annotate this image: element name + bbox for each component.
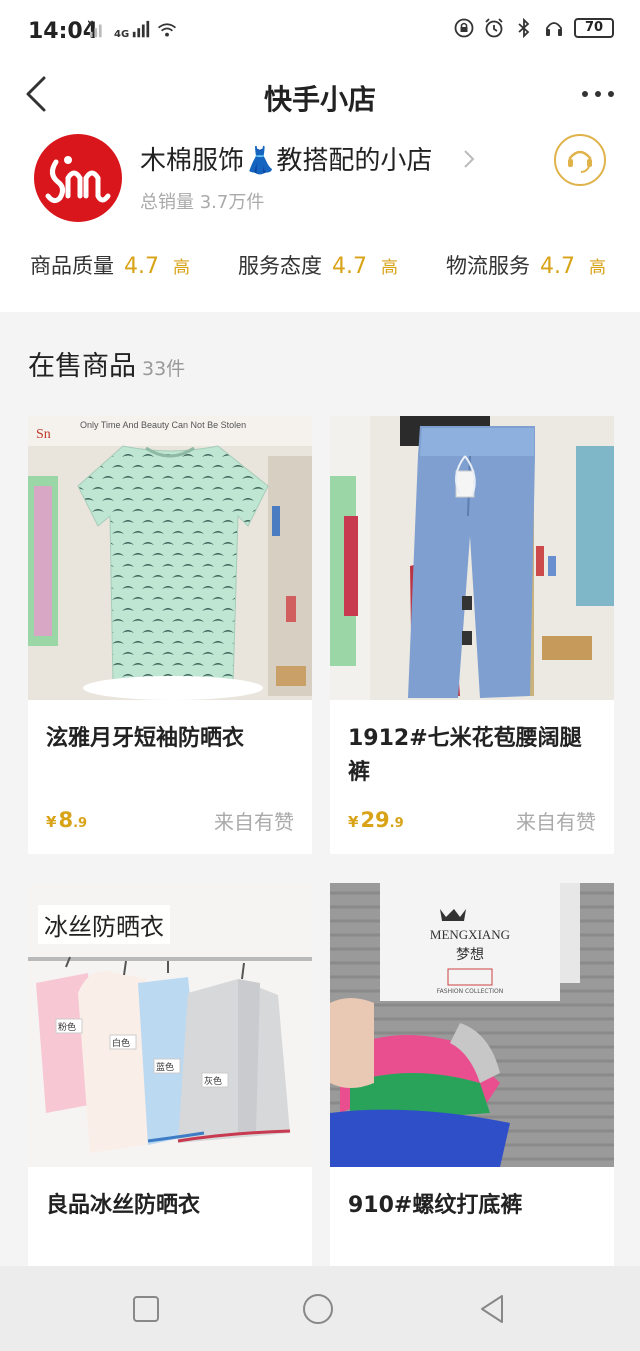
lock-icon bbox=[454, 18, 474, 38]
price-symbol: ¥ bbox=[46, 813, 57, 831]
rating-score: 4.7 bbox=[540, 254, 575, 279]
rating-level: 高 bbox=[173, 258, 190, 278]
product-image[interactable]: MENGXIANG 梦想 FASHION COLLECTION bbox=[330, 883, 614, 1167]
shop-info: 木棉服饰👗教搭配的小店 总销量 3.7万件 商品质量 4.7 高 服务态度 4.… bbox=[0, 126, 640, 312]
color-tag-gray: 灰色 bbox=[204, 1075, 222, 1087]
product-photo bbox=[330, 416, 614, 700]
product-title[interactable]: 1912#七米花苞腰阔腿裤 bbox=[348, 722, 602, 790]
photo-logo-text: Sn bbox=[36, 427, 51, 442]
price-decimal: .9 bbox=[389, 816, 404, 831]
triangle-back-icon[interactable] bbox=[476, 1292, 510, 1326]
product-photo: Sn Only Time And Beauty Can Not Be Stole… bbox=[28, 416, 312, 700]
customer-service-icon bbox=[568, 150, 592, 173]
rating-service: 服务态度 4.7 高 bbox=[238, 250, 398, 280]
shop-logo[interactable] bbox=[34, 134, 122, 222]
status-bar: 14:04 4G 70 bbox=[0, 0, 640, 62]
square-icon[interactable] bbox=[129, 1292, 163, 1326]
product-price: ¥ 29 .9 bbox=[348, 808, 404, 832]
headphones-icon bbox=[546, 22, 562, 36]
product-source: 来自有赞 bbox=[516, 810, 596, 834]
product-card[interactable]: 粉色 白色 蓝色 灰色 冰丝防晒衣 良品冰丝防晒衣 bbox=[28, 883, 312, 1266]
product-title[interactable]: 良品冰丝防晒衣 bbox=[46, 1189, 300, 1223]
chevron-right-icon[interactable] bbox=[462, 148, 476, 170]
tag-brand-cn: 梦想 bbox=[456, 947, 484, 963]
product-card[interactable]: 1912#七米花苞腰阔腿裤 ¥ 29 .9 来自有赞 bbox=[330, 416, 614, 854]
shop-name[interactable]: 木棉服饰👗教搭配的小店 bbox=[140, 140, 432, 177]
product-title[interactable]: 泫雅月牙短袖防晒衣 bbox=[46, 722, 300, 756]
circle-icon[interactable] bbox=[301, 1292, 335, 1326]
rating-quality: 商品质量 4.7 高 bbox=[30, 250, 190, 280]
price-symbol: ¥ bbox=[348, 813, 359, 831]
section-count: 33件 bbox=[142, 358, 186, 380]
product-image[interactable] bbox=[330, 416, 614, 700]
shop-logo-mark bbox=[45, 156, 111, 204]
section-title: 在售商品 33件 bbox=[28, 344, 185, 383]
rating-logistics: 物流服务 4.7 高 bbox=[446, 250, 606, 280]
wifi-icon bbox=[158, 23, 177, 37]
color-tag-pink: 粉色 bbox=[58, 1021, 76, 1033]
bluetooth-icon bbox=[518, 18, 530, 38]
color-tag-white: 白色 bbox=[112, 1037, 130, 1049]
rating-label: 服务态度 bbox=[238, 254, 322, 278]
photo-banner-text: Only Time And Beauty Can Not Be Stolen bbox=[80, 420, 246, 430]
rating-label: 物流服务 bbox=[446, 254, 530, 278]
battery-icon: 70 bbox=[574, 18, 614, 38]
more-icon[interactable] bbox=[578, 78, 618, 108]
product-image[interactable]: Sn Only Time And Beauty Can Not Be Stole… bbox=[28, 416, 312, 700]
rating-score: 4.7 bbox=[124, 254, 159, 279]
rating-label: 商品质量 bbox=[30, 254, 114, 278]
tag-brand: MENGXIANG bbox=[430, 927, 510, 942]
signal-icon bbox=[132, 20, 150, 38]
alarm-icon bbox=[485, 18, 503, 38]
product-photo: MENGXIANG 梦想 FASHION COLLECTION bbox=[330, 883, 614, 1167]
rating-level: 高 bbox=[381, 258, 398, 278]
signal-x-icon bbox=[88, 20, 102, 38]
product-image[interactable]: 粉色 白色 蓝色 灰色 冰丝防晒衣 bbox=[28, 883, 312, 1167]
tag-small: FASHION COLLECTION bbox=[437, 988, 503, 995]
rating-score: 4.7 bbox=[332, 254, 367, 279]
shop-ratings: 商品质量 4.7 高 服务态度 4.7 高 物流服务 4.7 高 bbox=[0, 250, 640, 290]
section-title-text: 在售商品 bbox=[28, 351, 136, 382]
product-card[interactable]: MENGXIANG 梦想 FASHION COLLECTION 910#螺纹打底… bbox=[330, 883, 614, 1266]
rating-level: 高 bbox=[589, 258, 606, 278]
network-label: 4G bbox=[114, 29, 130, 40]
product-card[interactable]: Sn Only Time And Beauty Can Not Be Stole… bbox=[28, 416, 312, 854]
product-price: ¥ 8 .9 bbox=[46, 808, 87, 832]
shop-sales: 总销量 3.7万件 bbox=[140, 192, 265, 213]
price-integer: 8 bbox=[58, 808, 74, 832]
app-header: 快手小店 bbox=[0, 62, 640, 126]
system-nav-bar bbox=[0, 1266, 640, 1351]
product-title[interactable]: 910#螺纹打底裤 bbox=[348, 1189, 602, 1223]
page-title: 快手小店 bbox=[263, 83, 376, 116]
price-decimal: .9 bbox=[73, 816, 88, 831]
image-label: 冰丝防晒衣 bbox=[38, 905, 170, 944]
price-integer: 29 bbox=[360, 808, 390, 832]
product-source: 来自有赞 bbox=[214, 810, 294, 834]
customer-service-button[interactable] bbox=[554, 134, 606, 186]
color-tag-blue: 蓝色 bbox=[156, 1061, 174, 1073]
